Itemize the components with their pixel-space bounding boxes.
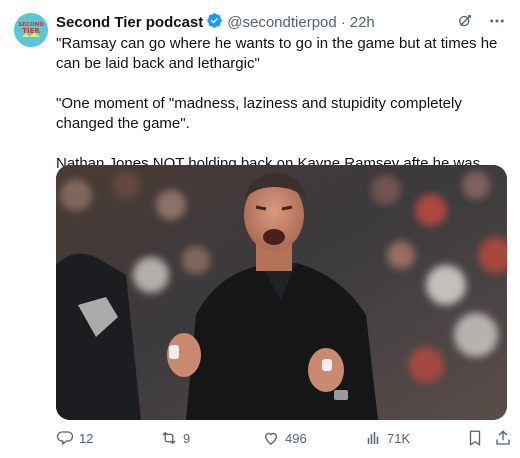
tweet-paragraph: "Ramsay can go where he wants to go in t… [56,35,498,72]
views-count: 71K [387,430,411,446]
avatar[interactable]: SECOND TIER [14,13,48,47]
timestamp[interactable]: 22h [350,14,375,31]
reply-button[interactable]: 12 [56,429,93,447]
reply-count: 12 [79,430,94,446]
verified-badge-icon [206,12,223,33]
author-handle[interactable]: @secondtierpod [227,14,336,31]
svg-text:TIER: TIER [22,27,40,35]
tweet: SECOND TIER Second Tier podcast @secondt… [0,0,520,458]
tweet-photo[interactable] [56,165,507,420]
repost-button[interactable]: 9 [160,429,190,447]
top-actions [456,12,506,35]
more-icon[interactable] [488,12,506,35]
action-bar: 12 9 496 71K [56,428,510,448]
heart-icon [265,432,277,445]
tweet-header: Second Tier podcast @secondtierpod · 22h [56,12,506,32]
author-name[interactable]: Second Tier podcast [56,14,203,31]
grok-icon[interactable] [456,12,474,35]
repost-count: 9 [183,430,191,446]
separator-dot: · [340,13,346,31]
bookmark-button[interactable] [466,429,484,447]
avatar-logo: SECOND TIER [14,13,48,47]
reply-icon [56,431,74,446]
bookmark-icon [469,430,481,447]
views-button[interactable]: 71K [364,429,410,447]
share-icon [496,430,510,445]
views-icon [367,432,379,444]
tweet-paragraph: "One moment of "madness, laziness and st… [56,95,462,132]
repost-icon [162,431,176,445]
photo-man-shouting [56,165,507,420]
like-count: 496 [285,430,307,446]
like-button[interactable]: 496 [262,429,307,447]
share-button[interactable] [494,429,512,447]
